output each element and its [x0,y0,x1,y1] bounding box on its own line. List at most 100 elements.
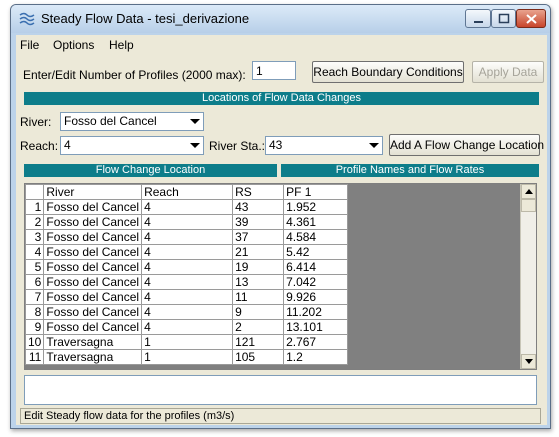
cell-river[interactable]: Fosso del Cancel [43,274,143,290]
table-row[interactable]: 6 Fosso del Cancel 4 13 7.042 [25,274,349,290]
cell-reach[interactable]: 4 [141,289,234,305]
river-combo-dropdown[interactable] [187,113,203,130]
cell-rs[interactable]: 2 [232,319,285,335]
cell-reach[interactable]: 4 [141,229,234,245]
description-box[interactable] [24,375,537,405]
column-header-reach[interactable]: Reach [141,184,234,200]
cell-river[interactable]: Traversagna [43,334,143,350]
apply-data-button[interactable]: Apply Data [472,61,544,83]
table-row[interactable]: 8 Fosso del Cancel 4 9 11.202 [25,304,349,320]
cell-reach[interactable]: 4 [141,244,234,260]
table-row[interactable]: 9 Fosso del Cancel 4 2 13.101 [25,319,349,335]
row-number: 6 [25,274,45,290]
cell-pf1[interactable]: 5.42 [283,244,349,260]
table-row[interactable]: 11 Traversagna 1 105 1.2 [25,349,349,365]
table-row[interactable]: 10 Traversagna 1 121 2.767 [25,334,349,350]
title-bar[interactable]: Steady Flow Data - tesi_derivazione [11,5,550,33]
row-number: 3 [25,229,45,245]
flow-change-location-header: Flow Change Location [24,164,277,177]
cell-river[interactable]: Fosso del Cancel [43,214,143,230]
cell-reach[interactable]: 4 [141,214,234,230]
cell-river[interactable]: Fosso del Cancel [43,259,143,275]
cell-rs[interactable]: 39 [232,214,285,230]
vertical-scrollbar[interactable] [520,184,536,369]
river-station-combo-value: 43 [269,138,283,152]
profiles-label: Enter/Edit Number of Profiles (2000 max)… [23,68,246,82]
cell-reach[interactable]: 4 [141,199,234,215]
cell-reach[interactable]: 4 [141,319,234,335]
scroll-up-button[interactable] [521,184,536,199]
table-row[interactable]: 5 Fosso del Cancel 4 19 6.414 [25,259,349,275]
app-icon [19,12,35,26]
cell-reach[interactable]: 4 [141,304,234,320]
minimize-button[interactable] [465,9,491,28]
cell-river[interactable]: Fosso del Cancel [43,229,143,245]
cell-pf1[interactable]: 1.952 [283,199,349,215]
river-station-combo[interactable]: 43 [265,136,383,155]
reach-combo-dropdown[interactable] [187,137,203,154]
profiles-input[interactable]: 1 [252,61,296,80]
table-row[interactable]: 7 Fosso del Cancel 4 11 9.926 [25,289,349,305]
cell-rs[interactable]: 19 [232,259,285,275]
add-flow-change-location-button[interactable]: Add A Flow Change Location [389,134,544,156]
menu-help[interactable]: Help [109,38,134,52]
cell-pf1[interactable]: 11.202 [283,304,349,320]
reach-combo[interactable]: 4 [60,136,204,155]
cell-pf1[interactable]: 9.926 [283,289,349,305]
cell-pf1[interactable]: 4.584 [283,229,349,245]
cell-rs[interactable]: 9 [232,304,285,320]
cell-rs[interactable]: 21 [232,244,285,260]
cell-river[interactable]: Fosso del Cancel [43,289,143,305]
close-button[interactable] [516,9,546,28]
row-number: 11 [25,349,45,365]
chevron-down-icon [369,143,379,148]
locations-section-header: Locations of Flow Data Changes [24,92,539,105]
scroll-down-button[interactable] [521,354,536,369]
river-combo[interactable]: Fosso del Cancel [60,112,204,131]
cell-rs[interactable]: 37 [232,229,285,245]
row-number: 5 [25,259,45,275]
column-header-river[interactable]: River [43,184,143,200]
row-number: 1 [25,199,45,215]
cell-reach[interactable]: 1 [141,349,234,365]
cell-pf1[interactable]: 6.414 [283,259,349,275]
chevron-up-icon [525,189,533,194]
cell-rs[interactable]: 121 [232,334,285,350]
chevron-down-icon [190,119,200,124]
table-row[interactable]: 2 Fosso del Cancel 4 39 4.361 [25,214,349,230]
cell-reach[interactable]: 4 [141,274,234,290]
river-combo-value: Fosso del Cancel [64,114,157,128]
maximize-button[interactable] [491,9,516,28]
reach-boundary-conditions-button[interactable]: Reach Boundary Conditions [312,61,464,83]
cell-reach[interactable]: 4 [141,259,234,275]
row-number: 10 [25,334,45,350]
table-row[interactable]: 3 Fosso del Cancel 4 37 4.584 [25,229,349,245]
cell-pf1[interactable]: 13.101 [283,319,349,335]
cell-river[interactable]: Traversagna [43,349,143,365]
river-station-combo-dropdown[interactable] [366,137,382,154]
scroll-thumb[interactable] [521,199,536,212]
column-header-rs[interactable]: RS [232,184,285,200]
cell-river[interactable]: Fosso del Cancel [43,319,143,335]
menu-file[interactable]: File [20,38,39,52]
table-row[interactable]: 4 Fosso del Cancel 4 21 5.42 [25,244,349,260]
cell-river[interactable]: Fosso del Cancel [43,199,143,215]
cell-rs[interactable]: 43 [232,199,285,215]
cell-pf1[interactable]: 2.767 [283,334,349,350]
river-label: River: [20,115,52,129]
cell-rs[interactable]: 13 [232,274,285,290]
flow-data-grid[interactable]: River Reach RS PF 1 1 Fosso del Cancel 4 43… [24,183,537,370]
row-number: 2 [25,214,45,230]
cell-pf1[interactable]: 7.042 [283,274,349,290]
cell-rs[interactable]: 105 [232,349,285,365]
cell-pf1[interactable]: 4.361 [283,214,349,230]
table-row[interactable]: 1 Fosso del Cancel 4 43 1.952 [25,199,349,215]
cell-river[interactable]: Fosso del Cancel [43,304,143,320]
cell-reach[interactable]: 1 [141,334,234,350]
reach-combo-value: 4 [64,138,71,152]
cell-pf1[interactable]: 1.2 [283,349,349,365]
column-header-pf1[interactable]: PF 1 [283,184,349,200]
cell-rs[interactable]: 11 [232,289,285,305]
cell-river[interactable]: Fosso del Cancel [43,244,143,260]
menu-options[interactable]: Options [53,38,94,52]
